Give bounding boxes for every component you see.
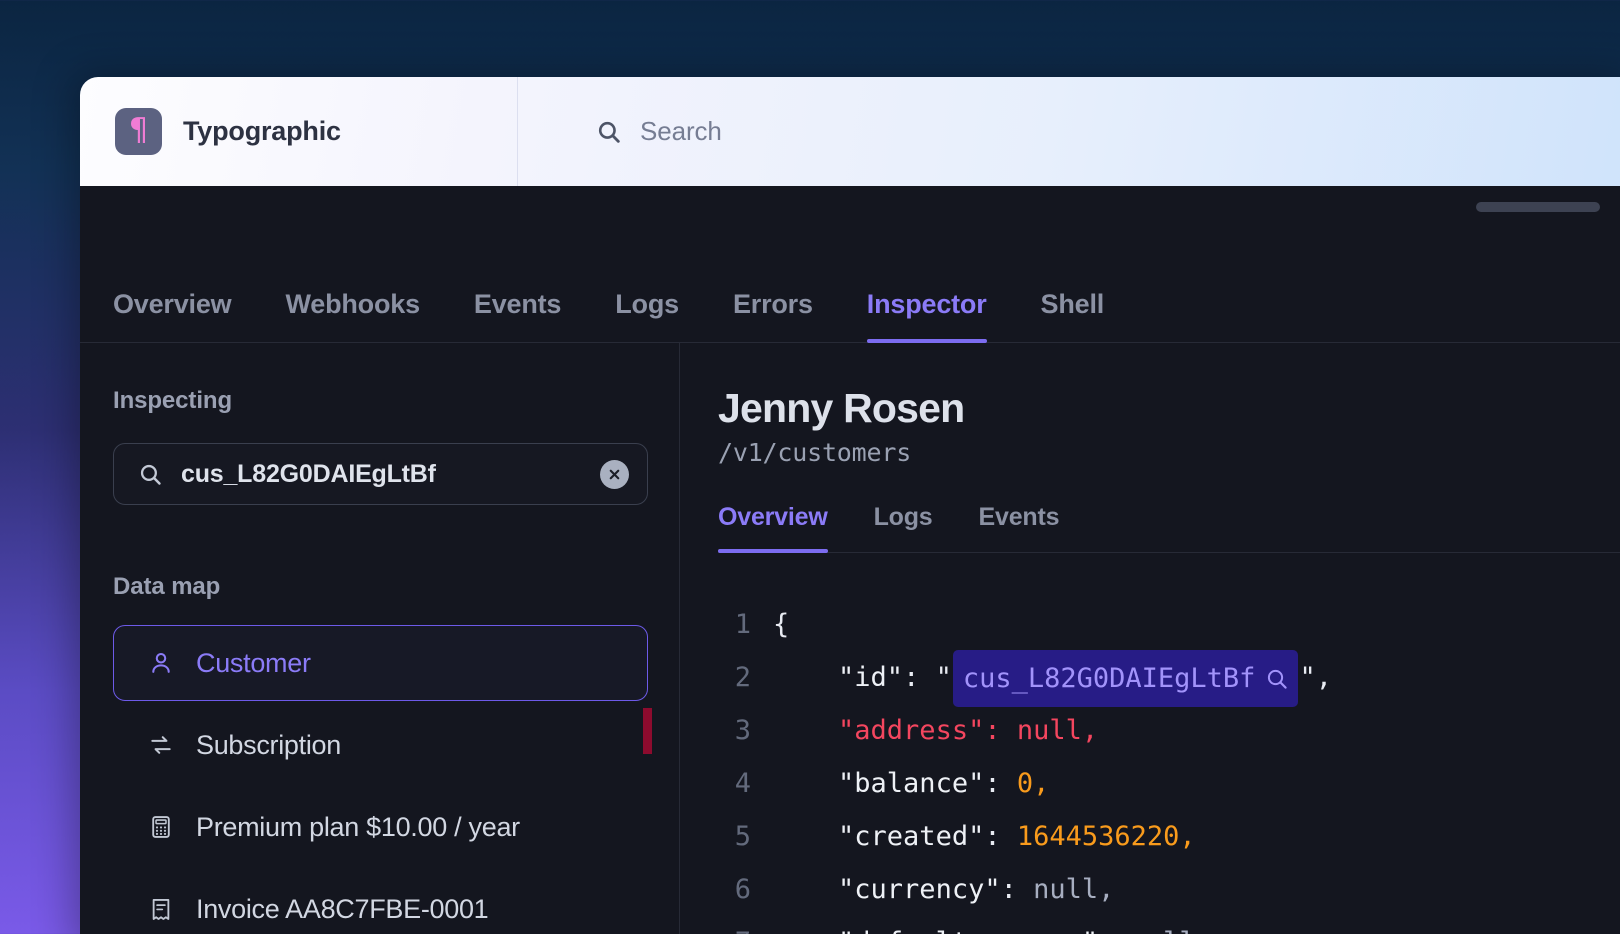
json-tail: ", [1299,662,1332,693]
main-tab-bar: Overview Webhooks Events Logs Errors Ins… [80,186,1620,343]
subtab-overview[interactable]: Overview [718,503,828,552]
pilcrow-logo-icon: ¶ [115,108,162,155]
code-line: 6 "currency": null, [680,863,1620,916]
json-key: "currency" [838,874,1001,905]
code-line: 1 { [680,598,1620,651]
json-key: "id" [838,662,903,693]
data-map-item-label: Invoice AA8C7FBE-0001 [196,894,488,925]
inspector-sidebar: Inspecting cus_L82G0DAIEgLtBf Data m [80,343,680,934]
json-code-viewer[interactable]: 1 { 2 "id": " cus_L82G0DAIEgLtBf ", 3 "add… [680,553,1620,934]
horizontal-scrollbar-thumb[interactable] [1476,202,1600,212]
data-map-item-subscription[interactable]: Subscription [113,707,648,783]
code-content: "currency": null, [773,863,1114,916]
person-icon [148,650,176,676]
data-map-item-premium-plan[interactable]: Premium plan $10.00 / year [113,789,648,865]
json-tail: , [1179,821,1195,852]
json-key: "default_source" [838,927,1098,934]
json-colon: : [1001,874,1034,905]
search-icon[interactable] [1265,667,1289,691]
content-panes: Inspecting cus_L82G0DAIEgLtBf Data m [80,343,1620,934]
global-search[interactable]: Search [518,77,1620,186]
line-number: 7 [680,916,773,934]
code-content: "default_source": null [773,916,1196,934]
data-map-item-label: Premium plan $10.00 / year [196,812,520,843]
record-header: Jenny Rosen /v1/customers Overview Logs … [680,343,1620,553]
code-line: 4 "balance": 0, [680,757,1620,810]
page-title: Jenny Rosen [718,385,1620,432]
tab-inspector[interactable]: Inspector [867,289,987,342]
app-body: Overview Webhooks Events Logs Errors Ins… [80,186,1620,934]
inspector-main: Jenny Rosen /v1/customers Overview Logs … [680,343,1620,934]
json-key: "balance" [838,768,984,799]
code-line: 2 "id": " cus_L82G0DAIEgLtBf ", [680,651,1620,704]
line-number: 6 [680,863,773,916]
line-number: 2 [680,651,773,704]
global-search-placeholder: Search [640,116,722,147]
search-icon [138,462,163,487]
swap-arrows-icon [148,732,176,758]
pilcrow-glyph: ¶ [129,115,149,146]
tab-overview[interactable]: Overview [113,289,231,342]
inspecting-search-input[interactable]: cus_L82G0DAIEgLtBf [113,443,648,505]
resource-path: /v1/customers [718,438,1620,467]
inspecting-search-value: cus_L82G0DAIEgLtBf [181,460,600,489]
json-value: null [1033,874,1098,905]
json-key: "address" [838,715,984,746]
json-quote: " [936,662,952,693]
line-number: 4 [680,757,773,810]
json-tail: , [1098,874,1114,905]
json-colon: : [1098,927,1131,934]
tab-logs[interactable]: Logs [615,289,679,342]
data-map-item-label: Subscription [196,730,341,761]
error-gutter-marker [643,708,652,754]
line-number: 3 [680,704,773,757]
code-content: "address": null, [773,704,1098,757]
tab-shell[interactable]: Shell [1041,289,1105,342]
json-value: null [1017,715,1082,746]
clear-icon[interactable] [600,460,629,489]
data-map-list: Customer Subscription [113,625,679,934]
code-line: 7 "default_source": null [680,916,1620,934]
code-line: 5 "created": 1644536220, [680,810,1620,863]
json-colon: : [903,662,936,693]
receipt-icon [148,896,176,922]
json-colon: : [984,715,1017,746]
brand-name: Typographic [183,116,341,147]
tab-events[interactable]: Events [474,289,561,342]
json-value: 0 [1017,768,1033,799]
app-window: ¶ Typographic Search Overview Webhooks E… [80,77,1620,934]
subtab-logs[interactable]: Logs [874,503,933,552]
search-icon [596,119,622,145]
json-value: 1644536220 [1017,821,1180,852]
tab-errors[interactable]: Errors [733,289,813,342]
code-content: "id": " cus_L82G0DAIEgLtBf ", [773,649,1332,706]
json-tail: , [1082,715,1098,746]
data-map-item-label: Customer [196,648,311,679]
code-content: "balance": 0, [773,757,1049,810]
json-colon: : [984,768,1017,799]
code-line: 3 "address": null, [680,704,1620,757]
code-content: "created": 1644536220, [773,810,1196,863]
id-value-text: cus_L82G0DAIEgLtBf [963,652,1256,705]
record-sub-tab-bar: Overview Logs Events [718,503,1620,553]
json-brace: { [773,609,789,640]
subtab-events[interactable]: Events [979,503,1060,552]
data-map-label: Data map [113,573,679,601]
id-value-chip[interactable]: cus_L82G0DAIEgLtBf [953,650,1299,707]
code-content: { [773,598,789,651]
tab-webhooks[interactable]: Webhooks [285,289,419,342]
inspecting-label: Inspecting [113,387,679,415]
calculator-icon [148,814,176,840]
json-key: "created" [838,821,984,852]
json-value: null [1131,927,1196,934]
json-tail: , [1033,768,1049,799]
top-bar: ¶ Typographic Search [80,77,1620,186]
brand-area[interactable]: ¶ Typographic [80,77,518,186]
close-x-glyph [607,467,622,482]
line-number: 1 [680,598,773,651]
line-number: 5 [680,810,773,863]
data-map-item-customer[interactable]: Customer [113,625,648,701]
json-colon: : [984,821,1017,852]
data-map-item-invoice[interactable]: Invoice AA8C7FBE-0001 [113,871,648,934]
